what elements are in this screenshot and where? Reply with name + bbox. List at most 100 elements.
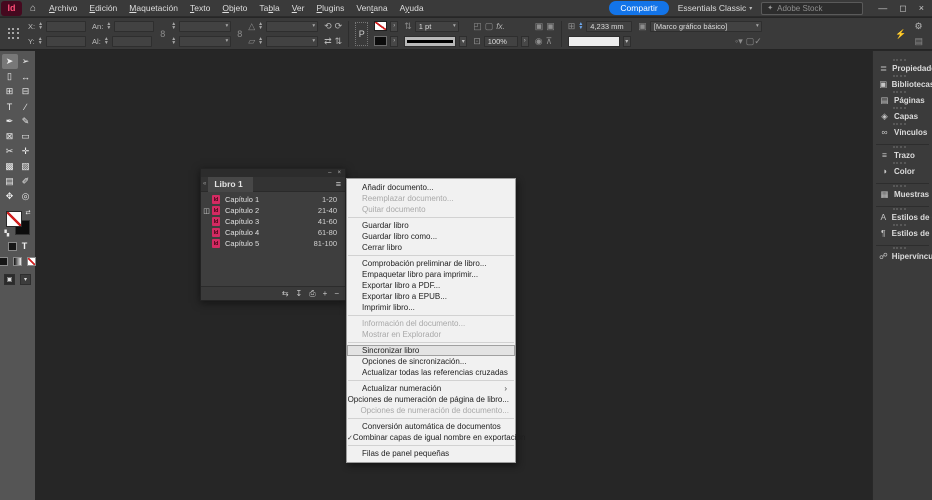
pen-tool-icon[interactable]: ✒ [2, 114, 18, 129]
menu-item-actualizar-numeracion[interactable]: Actualizar numeración › [347, 383, 515, 394]
menu-item-anadir-documento[interactable]: Añadir documento... [347, 182, 515, 193]
minimize-window-icon[interactable]: — [878, 3, 887, 13]
fill-color-more-button[interactable]: › [390, 35, 399, 47]
opacity-field[interactable]: 100% [483, 35, 518, 47]
align-icon[interactable]: ⊼ [546, 36, 553, 46]
panel-close-icon[interactable]: × [337, 170, 341, 176]
menu-item-actualizar-todas-las-referencias-cruzadas[interactable]: Actualizar todas las referencias cruzada… [347, 367, 515, 378]
menu-item-imprimir-libro[interactable]: Imprimir libro... [347, 302, 515, 313]
x-position-field[interactable] [46, 20, 87, 32]
dock-panel-paginas[interactable]: ▤ Páginas [873, 91, 932, 106]
stroke-weight-dropdown[interactable]: 1 pt ▾ [414, 20, 459, 32]
dock-panel-hipervinculos[interactable]: ☍Hipervíncul... [873, 247, 932, 262]
rotation-angle-dropdown[interactable]: ▾ [266, 20, 319, 32]
dock-panel-trazo[interactable]: ≡ Trazo [873, 146, 932, 161]
wrap-bounding-icon[interactable]: ▣ [546, 21, 555, 31]
object-style-dropdown[interactable]: [Marco gráfico básico] ▾ [649, 20, 762, 32]
constrain-scale-icon[interactable]: 8 [237, 29, 242, 39]
drop-shadow-icon[interactable]: ◉ [535, 36, 543, 46]
book-document-row[interactable]: Id Capítulo 5 81-100 [201, 238, 345, 249]
screen-mode-normal-icon[interactable]: ▣ [4, 274, 15, 285]
scale-x-dropdown[interactable]: ▾ [179, 20, 232, 32]
menu-item-conversion-automatica-de-documentos[interactable]: Conversión automática de documentos [347, 421, 515, 432]
menu-item-opciones-de-numeracion-de-pagina-de-libro[interactable]: Opciones de numeración de página de libr… [347, 394, 515, 405]
page-tool-icon[interactable]: ▯ [2, 69, 18, 84]
gap-value-field[interactable]: 4,233 mm [586, 20, 633, 32]
scale-y-dropdown[interactable]: ▾ [179, 35, 232, 47]
dock-panel-estilos-de-parrafo[interactable]: ¶ Estilos de p... [873, 224, 932, 239]
menu-item-empaquetar-libro-para-imprimir[interactable]: Empaquetar libro para imprimir... [347, 269, 515, 280]
menu-ver[interactable]: Ver [286, 0, 311, 17]
zoom-tool-icon[interactable]: ◎ [18, 189, 34, 204]
menu-item-opciones-de-sincronizacion[interactable]: Opciones de sincronización... [347, 356, 515, 367]
gap-tool-icon[interactable]: ↔ [18, 69, 34, 84]
share-button[interactable]: Compartir [609, 1, 669, 15]
reference-point-proxy[interactable] [7, 27, 20, 40]
flip-horizontal-icon[interactable]: ⇄ [324, 36, 332, 46]
rotate-cw-icon[interactable]: ⟳ [335, 21, 343, 31]
menu-item-guardar-libro-como[interactable]: Guardar libro como... [347, 231, 515, 242]
quick-actions-icon[interactable]: ⚡ [895, 29, 906, 39]
menu-item-comprobacion-preliminar-de-libro[interactable]: Comprobación preliminar de libro... [347, 258, 515, 269]
menu-archivo[interactable]: Archivo [43, 0, 83, 17]
dock-panel-capas[interactable]: ◈ Capas [873, 107, 932, 122]
add-document-icon[interactable]: + [323, 289, 328, 298]
book-panel-tab[interactable]: Libro 1 [208, 176, 253, 192]
corner-options-icon[interactable]: ◰ [473, 21, 482, 31]
swap-fill-stroke-icon[interactable]: ⇄ [25, 209, 30, 216]
stroke-style-chevron[interactable]: ▾ [459, 35, 468, 47]
default-fill-stroke-icon[interactable]: ▚ [5, 230, 10, 237]
dock-panel-vinculos[interactable]: ∞ Vínculos [873, 123, 932, 138]
stroke-color-swatch-none[interactable] [374, 21, 388, 31]
save-book-icon[interactable]: ↧ [296, 289, 303, 298]
note-tool-icon[interactable]: ▤ [2, 174, 18, 189]
menu-item-combinar-capas-de-igual-nombre-en-exportacion[interactable]: ✓ Combinar capas de igual nombre en expor… [347, 432, 525, 443]
preview-fill-chevron[interactable]: ▾ [622, 35, 631, 47]
apply-none-icon[interactable] [27, 257, 36, 266]
fill-stroke-proxy[interactable]: ⇄ ▚ [5, 209, 31, 237]
menu-item-exportar-libro-a-epub[interactable]: Exportar libro a EPUB... [347, 291, 515, 302]
control-bar-gear-icon[interactable]: ⚙ [914, 21, 922, 31]
menu-objeto[interactable]: Objeto [216, 0, 253, 17]
style-clear-icon[interactable]: ▢✓ [746, 36, 762, 46]
apply-gradient-icon[interactable] [13, 257, 22, 266]
panel-grid-icon[interactable]: ▤ [914, 36, 923, 46]
dock-panel-estilos-de-caracter[interactable]: A Estilos de c... [873, 208, 932, 223]
fill-swatch-none[interactable] [5, 211, 22, 227]
y-position-field[interactable] [45, 35, 86, 47]
dock-panel-muestras[interactable]: ▦ Muestras [873, 185, 932, 200]
gradient-swatch-tool-icon[interactable]: ▩ [2, 159, 18, 174]
dock-panel-color[interactable]: ◑ Color [873, 162, 932, 177]
adobe-stock-search-input[interactable]: ✦ Adobe Stock [761, 1, 864, 15]
selection-tool-icon[interactable]: ➤ [1, 54, 18, 69]
menu-maquetacion[interactable]: Maquetación [123, 0, 184, 17]
content-collector-tool-icon[interactable]: ⊞ [2, 84, 18, 99]
rectangle-frame-tool-icon[interactable]: ⊠ [2, 129, 18, 144]
formatting-affects-container-icon[interactable] [7, 241, 17, 251]
restore-window-icon[interactable]: ◻ [899, 3, 906, 13]
eyedropper-tool-icon[interactable]: ✐ [18, 174, 34, 189]
menu-item-guardar-libro[interactable]: Guardar libro [347, 220, 515, 231]
menu-item-sincronizar-libro[interactable]: Sincronizar libro [347, 345, 515, 356]
menu-ventana[interactable]: Ventana [350, 0, 393, 17]
dock-panel-bibliotecas[interactable]: ▣Bibliotecas ... [873, 75, 932, 90]
home-icon[interactable]: ⌂ [30, 3, 36, 14]
rectangle-tool-icon[interactable]: ▭ [18, 129, 34, 144]
hand-tool-icon[interactable]: ✥ [2, 189, 18, 204]
menu-item-exportar-libro-a-pdf[interactable]: Exportar libro a PDF... [347, 280, 515, 291]
fill-color-swatch[interactable] [374, 36, 388, 46]
collapse-panel-icon[interactable]: « [201, 181, 208, 187]
formatting-affects-text-icon[interactable]: T [22, 241, 28, 251]
book-document-row[interactable]: Id Capítulo 1 1-20 [201, 194, 345, 205]
opacity-more-button[interactable]: › [520, 35, 529, 47]
menu-item-cerrar-libro[interactable]: Cerrar libro [347, 242, 515, 253]
height-field[interactable] [111, 35, 152, 47]
line-tool-icon[interactable]: ∕ [18, 99, 34, 114]
menu-texto[interactable]: Texto [184, 0, 216, 17]
apply-color-icon[interactable] [0, 257, 8, 266]
pencil-tool-icon[interactable]: ✎ [18, 114, 34, 129]
type-tool-icon[interactable]: T [2, 99, 18, 114]
synchronize-book-icon[interactable]: ⇆ [282, 289, 289, 298]
effects-fx-icon[interactable]: fx. [496, 22, 504, 31]
preview-fill-dropdown[interactable] [567, 35, 620, 47]
